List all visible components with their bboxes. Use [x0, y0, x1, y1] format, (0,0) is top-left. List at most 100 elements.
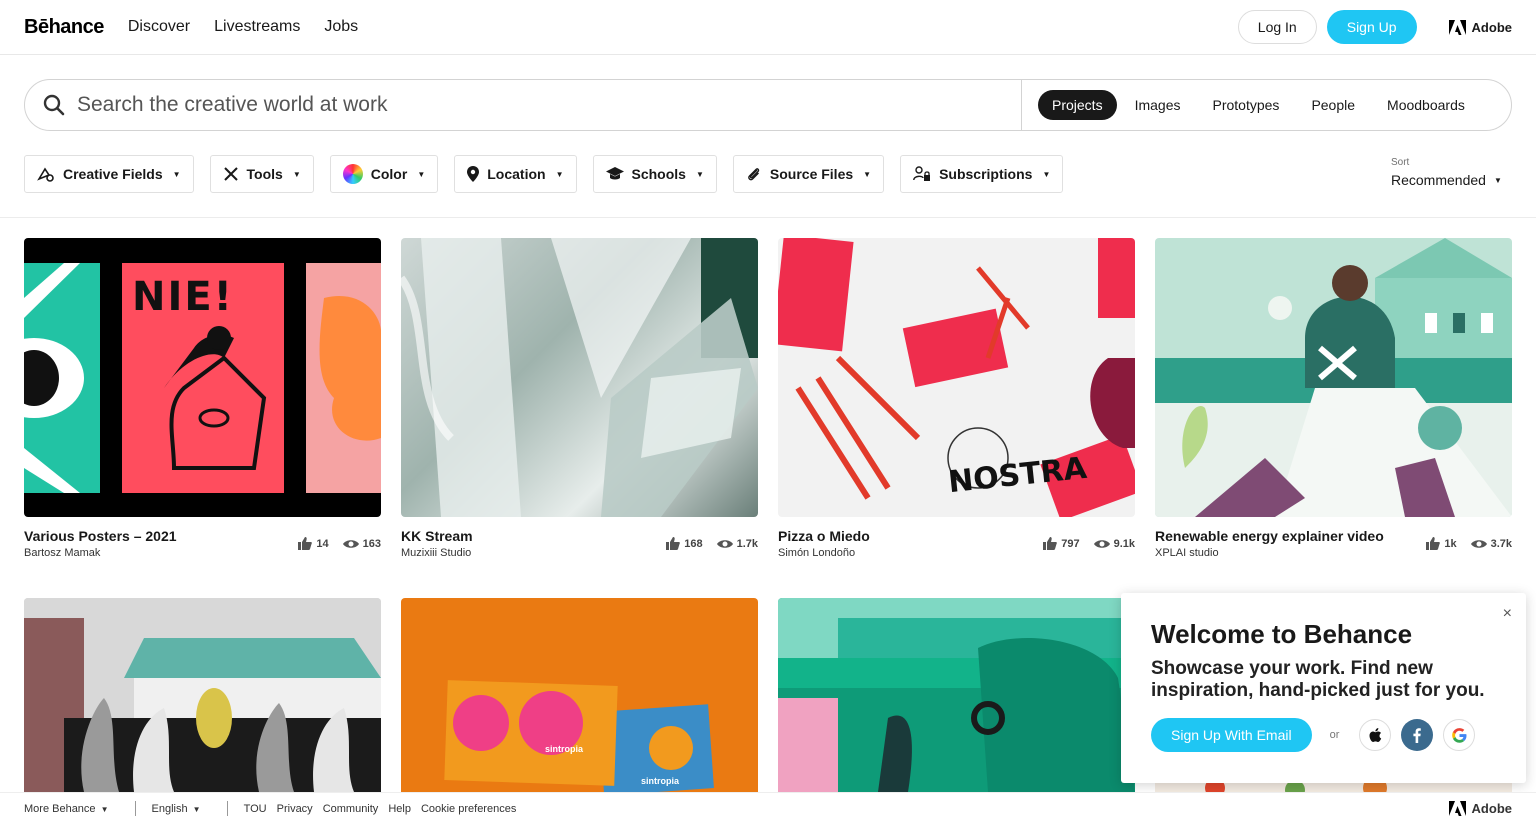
sort-value-text: Recommended [1391, 172, 1486, 188]
adobe-label: Adobe [1471, 19, 1512, 35]
filter-source-files[interactable]: Source Files ▼ [732, 155, 885, 193]
footer: More Behance ▼ English ▼ TOU Privacy Com… [0, 792, 1536, 824]
likes-count: 14 [316, 537, 329, 550]
footer-link-privacy[interactable]: Privacy [277, 803, 313, 815]
project-stats: 168 1.7k [658, 528, 758, 559]
welcome-popup: × Welcome to Behance Showcase your work.… [1121, 593, 1526, 783]
project-card[interactable] [778, 598, 1135, 792]
sintropia-artwork [444, 680, 714, 792]
project-title[interactable]: KK Stream [401, 528, 473, 544]
project-thumbnail[interactable]: NIE! [24, 238, 381, 517]
apple-signin-button[interactable] [1359, 719, 1392, 751]
filter-label: Color [370, 166, 408, 182]
footer-link-community[interactable]: Community [323, 803, 379, 815]
project-thumbnail[interactable] [778, 598, 1135, 792]
project-owner[interactable]: Bartosz Mamak [24, 547, 177, 559]
tab-projects[interactable]: Projects [1038, 90, 1117, 120]
footer-language-label: English [151, 802, 188, 815]
footer-link-tou[interactable]: TOU [244, 803, 267, 815]
project-title[interactable]: Various Posters – 2021 [24, 528, 177, 544]
project-card[interactable]: NOSTRA Pizza o Miedo Simón Londoño 797 9… [778, 238, 1135, 559]
project-thumbnail[interactable]: NOSTRA [778, 238, 1135, 517]
eye-icon [716, 539, 733, 548]
creative-fields-icon [37, 167, 54, 182]
project-thumbnail[interactable] [1155, 238, 1512, 517]
nav-jobs[interactable]: Jobs [324, 18, 358, 36]
project-owner[interactable]: Muzixiii Studio [401, 547, 473, 559]
filter-label: Tools [246, 166, 283, 182]
footer-divider [226, 801, 228, 816]
tab-people[interactable]: People [1297, 90, 1369, 120]
poster-text: NIE! [132, 274, 234, 320]
tab-prototypes[interactable]: Prototypes [1199, 90, 1294, 120]
apple-icon [1369, 727, 1382, 742]
filter-tools[interactable]: Tools ▼ [209, 155, 314, 193]
chevron-down-icon: ▼ [1493, 175, 1502, 185]
thumbs-up-icon [666, 537, 681, 550]
chevron-down-icon: ▼ [192, 804, 201, 814]
project-title[interactable]: Renewable energy explainer video [1155, 528, 1384, 544]
filter-bar: Creative Fields ▼ Tools ▼ Color ▼ Location ▼… [24, 155, 1064, 193]
adobe-link[interactable]: Adobe [1448, 19, 1512, 35]
sort-dropdown[interactable]: Sort Recommended ▼ [1391, 157, 1502, 188]
sort-value: Recommended ▼ [1391, 172, 1502, 188]
views-count: 163 [362, 537, 381, 550]
project-card[interactable]: KK Stream Muzixiii Studio 168 1.7k [401, 238, 758, 559]
search-input[interactable] [77, 93, 997, 117]
footer-adobe-label: Adobe [1471, 801, 1512, 816]
filter-location[interactable]: Location ▼ [454, 155, 577, 193]
tab-images[interactable]: Images [1121, 90, 1195, 120]
chevron-down-icon: ▼ [555, 169, 564, 179]
views-stat: 163 [342, 537, 381, 550]
chevron-down-icon: ▼ [100, 804, 109, 814]
project-thumbnail[interactable] [401, 238, 758, 517]
footer-link-help[interactable]: Help [388, 803, 411, 815]
footer-divider [134, 801, 136, 816]
tab-moodboards[interactable]: Moodboards [1373, 90, 1479, 120]
nav-discover[interactable]: Discover [128, 18, 190, 36]
filter-subscriptions[interactable]: Subscriptions ▼ [900, 155, 1064, 193]
project-card[interactable] [24, 598, 381, 792]
project-title[interactable]: Pizza o Miedo [778, 528, 870, 544]
footer-adobe-link[interactable]: Adobe [1448, 801, 1512, 816]
project-card[interactable]: NIE! Various Posters – 2021 Bartosz Mama… [24, 238, 381, 559]
filter-label: Location [487, 166, 546, 182]
paperclip-icon [748, 168, 760, 181]
close-icon[interactable]: × [1503, 605, 1512, 623]
footer-link-cookie-preferences[interactable]: Cookie preferences [421, 803, 516, 815]
facebook-signin-button[interactable] [1401, 719, 1434, 751]
filter-color[interactable]: Color ▼ [329, 155, 439, 193]
sculpture-artwork [24, 598, 381, 792]
filter-schools[interactable]: Schools ▼ [592, 155, 717, 193]
filter-creative-fields[interactable]: Creative Fields ▼ [24, 155, 194, 193]
chevron-down-icon: ▼ [417, 169, 426, 179]
login-button[interactable]: Log In [1237, 10, 1317, 44]
project-owner[interactable]: XPLAI studio [1155, 547, 1384, 559]
project-stats: 797 9.1k [1035, 528, 1135, 559]
signup-button[interactable]: Sign Up [1326, 10, 1417, 44]
views-stat: 1.7k [716, 537, 758, 550]
project-card[interactable]: sintropia sintropia [401, 598, 758, 792]
views-count: 1.7k [736, 537, 758, 550]
facebook-icon [1413, 727, 1422, 743]
renewable-energy-artwork [1155, 238, 1512, 517]
thumbs-up-icon [1043, 537, 1058, 550]
footer-more-behance[interactable]: More Behance ▼ [24, 803, 109, 815]
behance-logo[interactable]: Bēhance [24, 16, 104, 39]
google-signin-button[interactable] [1443, 719, 1476, 751]
eye-icon [1470, 539, 1487, 548]
project-card[interactable]: Renewable energy explainer video XPLAI s… [1155, 238, 1512, 559]
filter-label: Source Files [769, 166, 854, 182]
popup-actions: Sign Up With Email or [1151, 718, 1496, 752]
popup-title: Welcome to Behance [1151, 619, 1413, 649]
footer-language[interactable]: English ▼ [152, 803, 201, 815]
subscriptions-user-lock-icon [913, 166, 931, 181]
nav-livestreams[interactable]: Livestreams [214, 18, 300, 36]
popup-body: Showcase your work. Find new inspiration… [1151, 658, 1485, 701]
project-thumbnail[interactable] [24, 598, 381, 792]
graduation-cap-icon [605, 167, 624, 180]
project-owner[interactable]: Simón Londoño [778, 547, 870, 559]
signup-email-button[interactable]: Sign Up With Email [1151, 718, 1312, 752]
likes-stat: 168 [666, 537, 703, 550]
project-thumbnail[interactable]: sintropia sintropia [401, 598, 758, 792]
